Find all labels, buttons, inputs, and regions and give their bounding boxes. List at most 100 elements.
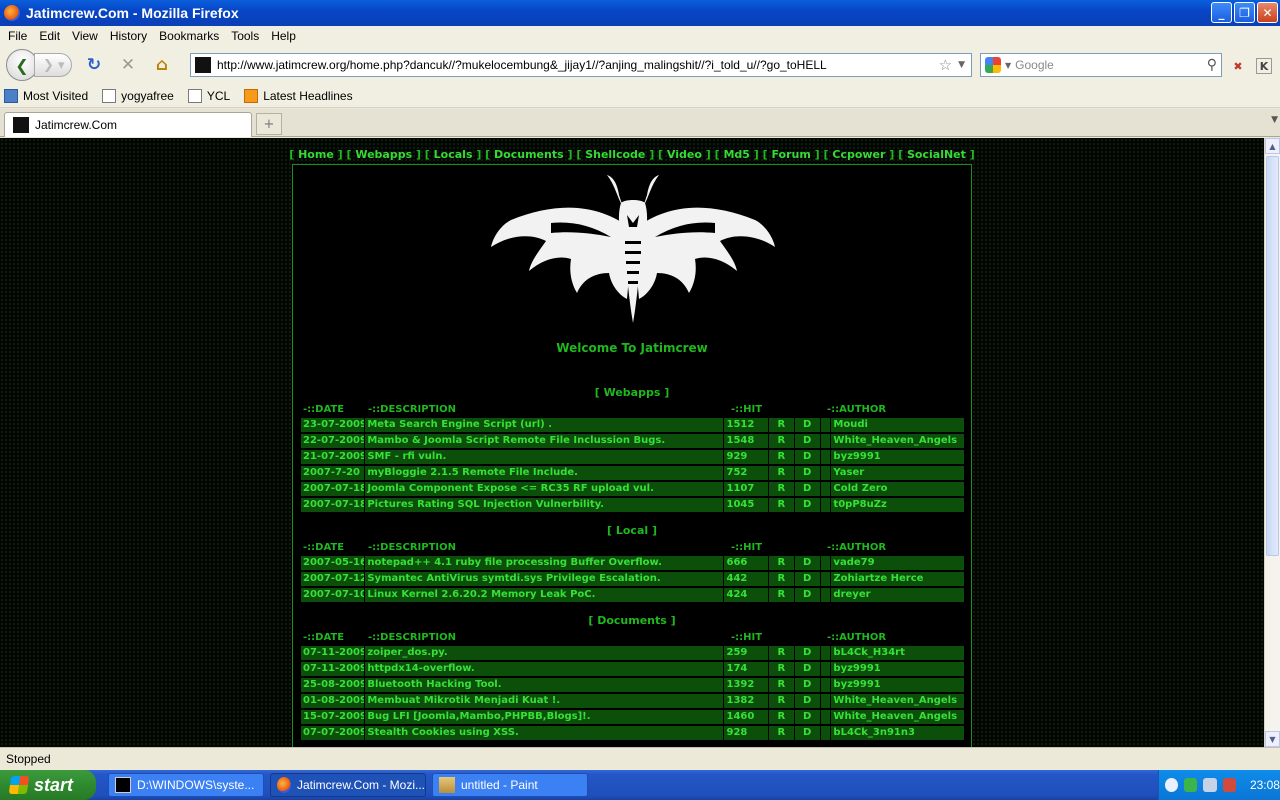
row-description-link[interactable]: Joomla Component Expose <= RC35 RF uploa… [365,482,724,496]
engine-dropdown-icon[interactable]: ▼ [1005,61,1011,70]
row-read-link[interactable]: R [769,588,794,602]
tab-list-dropdown-icon[interactable]: ▼ [1271,115,1278,125]
reload-button[interactable]: ↻ [82,53,106,77]
bookmark-latest-headlines[interactable]: Latest Headlines [244,88,353,103]
addon-k-icon[interactable]: K [1256,58,1272,74]
row-description-link[interactable]: Linux Kernel 2.6.20.2 Memory Leak PoC. [365,588,724,602]
section-title-local[interactable]: [ Local ] [293,524,971,537]
tray-volume-icon[interactable] [1203,778,1217,792]
bookmark-star-icon[interactable]: ☆ [939,56,952,74]
nav-locals[interactable]: Locals [434,148,473,161]
tab-jatimcrew[interactable]: Jatimcrew.Com [4,112,252,137]
nav-socialnet[interactable]: SocialNet [907,148,966,161]
row-description-link[interactable]: Bug LFI [Joomla,Mambo,PHPBB,Blogs]!. [365,710,724,724]
row-download-link[interactable]: D [794,450,820,464]
row-download-link[interactable]: D [794,556,820,570]
row-download-link[interactable]: D [794,588,820,602]
row-read-link[interactable]: R [769,466,794,480]
row-download-link[interactable]: D [794,694,820,708]
menu-tools[interactable]: Tools [225,29,265,43]
row-description-link[interactable]: Symantec AntiVirus symtdi.sys Privilege … [365,572,724,586]
task-cmd[interactable]: D:\WINDOWS\syste... [108,773,264,797]
row-download-link[interactable]: D [794,678,820,692]
row-description-link[interactable]: SMF - rfi vuln. [365,450,724,464]
row-download-link[interactable]: D [794,726,820,740]
search-icon[interactable]: ⚲ [1207,57,1217,73]
menu-history[interactable]: History [104,29,153,43]
row-download-link[interactable]: D [794,434,820,448]
row-description-link[interactable]: Membuat Mikrotik Menjadi Kuat !. [365,694,724,708]
row-description-link[interactable]: Pictures Rating SQL Injection Vulnerbili… [365,498,724,512]
section-title-webapps[interactable]: [ Webapps ] [293,386,971,399]
menu-file[interactable]: File [2,29,33,43]
home-button[interactable]: ⌂ [150,53,174,77]
nav-home[interactable]: Home [298,148,334,161]
start-button[interactable]: start [0,770,96,800]
row-download-link[interactable]: D [794,418,820,432]
menu-help[interactable]: Help [265,29,302,43]
nav-ccpower[interactable]: Ccpower [832,148,885,161]
search-bar[interactable]: ▼ Google ⚲ [980,53,1222,77]
row-download-link[interactable]: D [794,498,820,512]
row-description-link[interactable]: Mambo & Joomla Script Remote File Inclus… [365,434,724,448]
row-read-link[interactable]: R [769,662,794,676]
row-description-link[interactable]: Meta Search Engine Script (url) . [365,418,724,432]
nav-forum[interactable]: Forum [771,148,810,161]
row-description-link[interactable]: httpdx14-overflow. [365,662,724,676]
row-download-link[interactable]: D [794,572,820,586]
nav-video[interactable]: Video [667,148,702,161]
row-read-link[interactable]: R [769,710,794,724]
menu-view[interactable]: View [66,29,104,43]
search-placeholder[interactable]: Google [1015,58,1207,72]
nav-documents[interactable]: Documents [494,148,564,161]
row-read-link[interactable]: R [769,434,794,448]
google-engine-icon[interactable] [985,57,1001,73]
row-read-link[interactable]: R [769,646,794,660]
bookmark-yogyafree[interactable]: yogyafree [102,88,174,103]
row-description-link[interactable]: myBloggie 2.1.5 Remote File Include. [365,466,724,480]
scroll-up-icon[interactable]: ▲ [1265,138,1280,154]
minimize-button[interactable]: _ [1211,2,1232,23]
row-read-link[interactable]: R [769,556,794,570]
restore-button[interactable]: ❐ [1234,2,1255,23]
row-read-link[interactable]: R [769,418,794,432]
nav-webapps[interactable]: Webapps [355,148,412,161]
url-dropdown-icon[interactable]: ▼ [958,60,965,70]
row-read-link[interactable]: R [769,726,794,740]
bookmark-ycl[interactable]: YCL [187,88,230,103]
nav-shellcode[interactable]: Shellcode [585,148,645,161]
row-read-link[interactable]: R [769,498,794,512]
url-text[interactable]: http://www.jatimcrew.org/home.php?dancuk… [217,58,939,72]
scroll-down-icon[interactable]: ▼ [1265,731,1280,747]
forward-button[interactable]: ❯ ▾ [34,53,72,77]
vertical-scrollbar[interactable]: ▲ ▼ [1264,138,1280,747]
addon-icon[interactable]: ✖ [1230,58,1246,74]
row-download-link[interactable]: D [794,646,820,660]
row-read-link[interactable]: R [769,450,794,464]
section-title-documents[interactable]: [ Documents ] [293,614,971,627]
stop-button[interactable]: ✕ [116,53,140,77]
row-download-link[interactable]: D [794,466,820,480]
menu-bookmarks[interactable]: Bookmarks [153,29,225,43]
nav-md5[interactable]: Md5 [723,148,749,161]
tray-network-icon[interactable] [1184,778,1198,792]
row-description-link[interactable]: Bluetooth Hacking Tool. [365,678,724,692]
clock[interactable]: 23:08 [1250,778,1280,792]
row-download-link[interactable]: D [794,482,820,496]
bookmark-most-visited[interactable]: Most Visited [4,88,88,103]
new-tab-button[interactable]: + [256,113,282,135]
url-bar[interactable]: http://www.jatimcrew.org/home.php?dancuk… [190,53,972,77]
scrollbar-thumb[interactable] [1266,156,1279,556]
task-paint[interactable]: untitled - Paint [432,773,588,797]
row-read-link[interactable]: R [769,482,794,496]
task-firefox[interactable]: Jatimcrew.Com - Mozi... [270,773,426,797]
row-read-link[interactable]: R [769,678,794,692]
row-description-link[interactable]: Stealth Cookies using XSS. [365,726,724,740]
row-download-link[interactable]: D [794,710,820,724]
tray-antivirus-icon[interactable] [1222,778,1236,792]
row-download-link[interactable]: D [794,662,820,676]
row-description-link[interactable]: notepad++ 4.1 ruby file processing Buffe… [365,556,724,570]
row-read-link[interactable]: R [769,572,794,586]
row-description-link[interactable]: zoiper_dos.py. [365,646,724,660]
row-read-link[interactable]: R [769,694,794,708]
